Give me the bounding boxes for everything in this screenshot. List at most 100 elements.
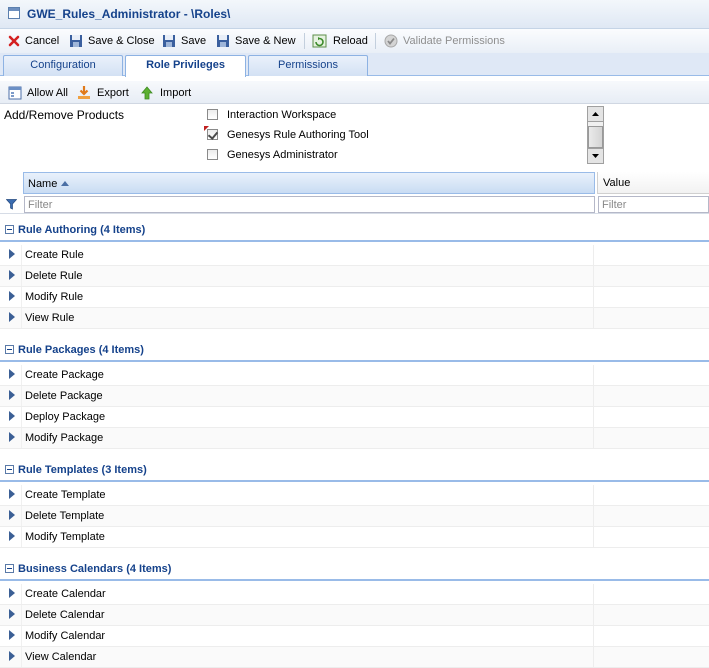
tab-bar: Configuration Role Privileges Permission… (0, 53, 709, 77)
group-header-rule-packages[interactable]: Rule Packages (4 Items) (0, 340, 709, 362)
group-title: Rule Packages (4 Items) (18, 344, 144, 356)
group-title: Business Calendars (4 Items) (18, 563, 172, 575)
product-checkbox[interactable] (207, 109, 218, 120)
save-and-new-label: Save & New (235, 35, 296, 47)
product-label: Genesys Administrator (227, 149, 338, 161)
export-label: Export (97, 87, 129, 99)
expand-arrow-icon[interactable] (9, 249, 15, 259)
expand-arrow-icon[interactable] (9, 291, 15, 301)
products-list: Interaction Workspace Genesys Rule Autho… (202, 105, 587, 165)
product-item[interactable]: Interaction Workspace (202, 105, 587, 125)
expand-arrow-icon[interactable] (9, 411, 15, 421)
expand-arrow-icon[interactable] (9, 270, 15, 280)
reload-button[interactable]: Reload (312, 33, 368, 49)
expand-arrow-icon[interactable] (9, 651, 15, 661)
privilege-name: Modify Template (25, 531, 105, 543)
allow-all-button[interactable]: Allow All (8, 85, 68, 101)
arrow-up-icon (592, 112, 599, 116)
collapse-icon[interactable] (5, 465, 14, 474)
expand-arrow-icon[interactable] (9, 390, 15, 400)
expand-arrow-icon[interactable] (9, 312, 15, 322)
table-row[interactable]: View Rule (0, 308, 709, 329)
main-toolbar: Cancel Save & Close Save Save & New Relo… (0, 29, 709, 53)
validate-permissions-button[interactable]: Validate Permissions (384, 33, 505, 49)
table-row[interactable]: Delete Calendar (0, 605, 709, 626)
privilege-name: Modify Package (25, 432, 104, 444)
reload-button-label: Reload (333, 35, 368, 47)
scroll-thumb[interactable] (588, 126, 603, 148)
product-item[interactable]: Genesys Administrator (202, 145, 587, 165)
collapse-icon[interactable] (5, 345, 14, 354)
column-header-name[interactable]: Name (23, 172, 595, 194)
privilege-name: Modify Rule (25, 291, 84, 303)
window-icon (8, 7, 20, 19)
save-and-close-button[interactable]: Save & Close (69, 33, 155, 49)
privilege-name: Deploy Package (25, 411, 106, 423)
expand-arrow-icon[interactable] (9, 369, 15, 379)
toolbar-separator (304, 33, 305, 49)
table-row[interactable]: Delete Rule (0, 266, 709, 287)
table-row[interactable]: Create Template (0, 485, 709, 506)
table-row[interactable]: Create Rule (0, 245, 709, 266)
table-row[interactable]: Modify Template (0, 527, 709, 548)
value-filter-input[interactable] (598, 196, 709, 213)
expand-arrow-icon[interactable] (9, 609, 15, 619)
privilege-name: Create Package (25, 369, 104, 381)
group-title: Rule Authoring (4 Items) (18, 224, 146, 236)
product-checkbox[interactable] (207, 129, 218, 140)
filter-icon[interactable] (6, 199, 17, 210)
save-and-new-button[interactable]: Save & New (216, 33, 296, 49)
sort-ascending-icon (61, 181, 70, 186)
allow-all-label: Allow All (27, 87, 68, 99)
table-row[interactable]: Modify Rule (0, 287, 709, 308)
expand-arrow-icon[interactable] (9, 588, 15, 598)
privileges-toolbar: Allow All Export Import (0, 81, 709, 104)
product-checkbox[interactable] (207, 149, 218, 160)
window-title-bar: GWE_Rules_Administrator - \Roles\ (0, 0, 709, 29)
save-button-label: Save (181, 35, 207, 47)
table-row[interactable]: Create Calendar (0, 584, 709, 605)
products-scrollbar[interactable] (587, 106, 604, 164)
column-header-value[interactable]: Value (597, 172, 709, 194)
product-item[interactable]: Genesys Rule Authoring Tool (202, 125, 587, 145)
group-title: Rule Templates (3 Items) (18, 464, 147, 476)
privilege-name: Create Template (25, 489, 106, 501)
privilege-name: View Rule (25, 312, 75, 324)
table-row[interactable]: Deploy Package (0, 407, 709, 428)
table-row[interactable]: Modify Calendar (0, 626, 709, 647)
tab-configuration[interactable]: Configuration (3, 55, 123, 76)
tab-permissions[interactable]: Permissions (248, 55, 368, 76)
table-row[interactable]: Delete Package (0, 386, 709, 407)
table-row[interactable]: View Calendar (0, 647, 709, 668)
grid-header: Name Value (0, 172, 709, 194)
privilege-name: Delete Template (25, 510, 105, 522)
group-header-rule-authoring[interactable]: Rule Authoring (4 Items) (0, 220, 709, 242)
save-button[interactable]: Save (162, 33, 206, 49)
group-header-rule-templates[interactable]: Rule Templates (3 Items) (0, 460, 709, 482)
collapse-icon[interactable] (5, 225, 14, 234)
table-row[interactable]: Modify Package (0, 428, 709, 449)
name-filter-input[interactable] (24, 196, 595, 213)
scroll-up-button[interactable] (588, 107, 603, 122)
expand-arrow-icon[interactable] (9, 531, 15, 541)
tab-role-privileges[interactable]: Role Privileges (125, 55, 246, 77)
cancel-button-label: Cancel (25, 35, 60, 47)
expand-arrow-icon[interactable] (9, 630, 15, 640)
expand-arrow-icon[interactable] (9, 432, 15, 442)
import-icon (141, 86, 153, 100)
cancel-button[interactable]: Cancel (8, 33, 59, 49)
add-remove-products-label: Add/Remove Products (4, 108, 125, 122)
expand-arrow-icon[interactable] (9, 510, 15, 520)
scroll-down-button[interactable] (588, 148, 603, 163)
table-row[interactable]: Create Package (0, 365, 709, 386)
expand-arrow-icon[interactable] (9, 489, 15, 499)
window-title: GWE_Rules_Administrator - \Roles\ (27, 7, 231, 21)
export-button[interactable]: Export (76, 85, 129, 101)
import-button[interactable]: Import (139, 85, 191, 101)
table-row[interactable]: Delete Template (0, 506, 709, 527)
save-and-new-icon (217, 35, 229, 47)
group-header-business-calendars[interactable]: Business Calendars (4 Items) (0, 559, 709, 581)
column-header-name-label: Name (28, 178, 58, 190)
validate-permissions-label: Validate Permissions (403, 35, 505, 47)
collapse-icon[interactable] (5, 564, 14, 573)
